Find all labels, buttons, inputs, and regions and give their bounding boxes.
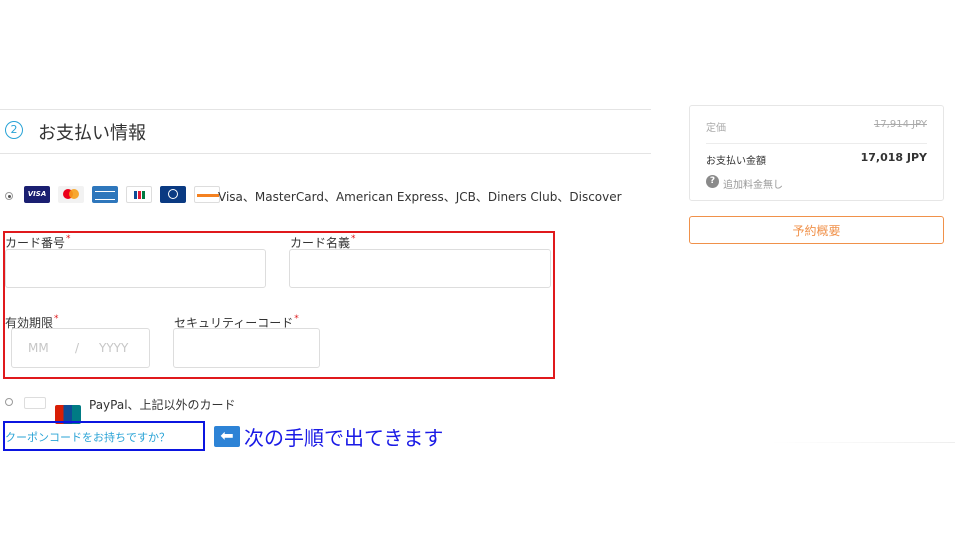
card-brand-logos: VISA — [24, 186, 220, 203]
annotation-text: 次の手順で出てきます — [244, 426, 444, 450]
card-brands-text: Visa、MasterCard、American Express、JCB、Din… — [218, 190, 622, 204]
card-number-input[interactable] — [5, 249, 266, 288]
required-mark: * — [54, 314, 59, 324]
help-icon[interactable]: ? — [706, 175, 719, 188]
expiry-year-placeholder[interactable]: YYYY — [99, 341, 128, 355]
required-mark: * — [294, 314, 299, 324]
card-name-input[interactable] — [289, 249, 551, 288]
card-method-radio[interactable] — [5, 192, 13, 200]
section-bottom-divider — [0, 153, 651, 154]
total-value: 17,018 JPY — [860, 151, 927, 164]
sidebar-fade-divider — [770, 442, 955, 443]
required-mark: * — [66, 234, 71, 244]
total-label: お支払い金額 — [706, 156, 766, 167]
left-arrow-icon: ⬅ — [214, 426, 240, 447]
expiry-input[interactable]: MM / YYYY — [11, 328, 150, 368]
other-method-text: PayPal、上記以外のカード — [89, 398, 236, 412]
mastercard-logo-icon — [58, 186, 84, 203]
visa-logo-icon: VISA — [24, 186, 50, 203]
price-summary-panel: 定価 17,914 JPY お支払い金額 17,018 JPY ? 追加料金無し — [689, 105, 944, 201]
paypal-logo-icon — [24, 397, 46, 409]
list-price-label: 定価 — [706, 123, 726, 134]
security-code-input[interactable] — [173, 328, 320, 368]
expiry-separator: / — [75, 341, 80, 355]
no-extra-fee-note: 追加料金無し — [723, 180, 783, 191]
diners-logo-icon — [160, 186, 186, 203]
jcb-logo-icon — [126, 186, 152, 203]
amex-logo-icon — [92, 186, 118, 203]
booking-overview-button[interactable]: 予約概要 — [689, 216, 944, 244]
discover-logo-icon — [194, 186, 220, 203]
required-mark: * — [351, 234, 356, 244]
section-top-divider — [0, 109, 651, 110]
section-title: お支払い情報 — [38, 123, 146, 144]
other-method-radio[interactable] — [5, 398, 13, 406]
coupon-link[interactable]: クーポンコードをお持ちですか？ — [5, 429, 200, 445]
summary-divider — [706, 143, 927, 144]
expiry-month-placeholder[interactable]: MM — [28, 341, 49, 355]
list-price-value: 17,914 JPY — [873, 119, 927, 130]
step-number-badge: 2 — [5, 121, 23, 139]
